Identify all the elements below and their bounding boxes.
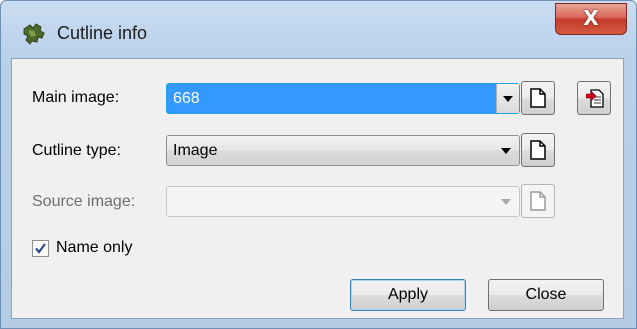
dialog-window: Cutline info X Main image: 668 Cutline t…: [0, 0, 637, 329]
main-image-combobox[interactable]: 668: [166, 83, 520, 114]
source-image-label: Source image:: [32, 193, 136, 210]
close-icon: X: [583, 6, 599, 30]
puzzle-icon: [23, 23, 45, 45]
cutline-type-combobox[interactable]: Image: [166, 135, 520, 166]
cutline-type-dropdown-arrow[interactable]: [501, 148, 511, 154]
main-image-new-button[interactable]: [521, 81, 555, 115]
main-image-label: Main image:: [32, 89, 120, 106]
dialog-body: Main image: 668 Cutline type: Image Sour…: [11, 58, 624, 319]
source-image-new-button[interactable]: [521, 184, 555, 218]
window-title: Cutline info: [57, 23, 148, 43]
new-document-icon: [530, 140, 546, 160]
import-document-icon: [586, 89, 604, 108]
main-image-dropdown-arrow[interactable]: [496, 84, 519, 113]
cutline-type-new-button[interactable]: [521, 133, 555, 167]
main-image-value: 668: [173, 90, 200, 107]
close-window-button[interactable]: X: [555, 3, 627, 35]
title-bar[interactable]: Cutline info X: [1, 1, 636, 57]
new-document-icon: [530, 191, 546, 211]
cutline-type-value: Image: [173, 142, 218, 159]
name-only-label[interactable]: Name only: [56, 239, 132, 257]
name-only-checkbox[interactable]: [32, 240, 49, 257]
cutline-type-label: Cutline type:: [32, 142, 121, 159]
apply-button[interactable]: Apply: [350, 279, 466, 311]
source-image-combobox[interactable]: [166, 186, 520, 217]
new-document-icon: [530, 88, 546, 108]
close-button[interactable]: Close: [488, 279, 604, 311]
source-image-dropdown-arrow[interactable]: [501, 199, 511, 205]
main-image-import-button[interactable]: [577, 81, 611, 115]
checkmark-icon: [35, 243, 46, 254]
